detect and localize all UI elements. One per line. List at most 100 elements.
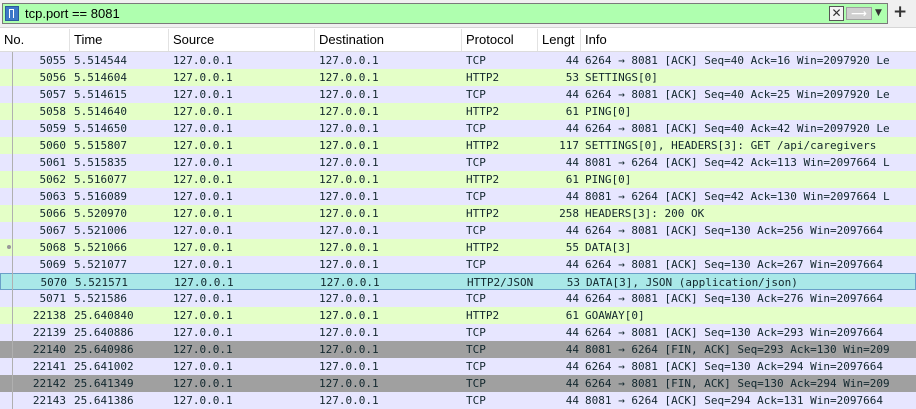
- cell-no: 5068: [39, 241, 67, 254]
- cell-source: 127.0.0.1: [174, 276, 234, 289]
- packet-row[interactable]: 5055 5.514544 127.0.0.1 127.0.0.1 TCP 44 6264 …: [0, 52, 916, 69]
- column-header-time[interactable]: Time: [70, 29, 169, 51]
- cell-length: 53: [566, 276, 580, 289]
- add-filter-button-icon[interactable]: +: [893, 3, 907, 21]
- cell-destination: 127.0.0.1: [319, 343, 379, 356]
- filter-text[interactable]: tcp.port == 8081: [25, 5, 120, 22]
- cell-time: 25.640986: [74, 343, 134, 356]
- cell-info: 6264 → 8081 [ACK] Seq=130 Ack=294 Win=20…: [585, 360, 884, 373]
- packet-row[interactable]: 5057 5.514615 127.0.0.1 127.0.0.1 TCP 44 6264 …: [0, 86, 916, 103]
- column-header-no[interactable]: No.: [0, 29, 70, 51]
- cell-source: 127.0.0.1: [173, 258, 233, 271]
- cell-no: 22140: [32, 343, 66, 356]
- packet-row[interactable]: 5068 5.521066 127.0.0.1 127.0.0.1 HTTP2 55 DAT…: [0, 239, 916, 256]
- cell-time: 5.521586: [74, 292, 127, 305]
- cell-protocol: TCP: [466, 156, 486, 169]
- cell-info: 6264 → 8081 [ACK] Seq=130 Ack=267 Win=20…: [585, 258, 884, 271]
- cell-destination: 127.0.0.1: [319, 156, 379, 169]
- cell-length: 44: [565, 258, 579, 271]
- cell-source: 127.0.0.1: [173, 309, 233, 322]
- cell-destination: 127.0.0.1: [319, 394, 379, 407]
- cell-info: HEADERS[3]: 200 OK: [585, 207, 705, 220]
- packet-row[interactable]: 5067 5.521006 127.0.0.1 127.0.0.1 TCP 44 6264 …: [0, 222, 916, 239]
- column-header-length[interactable]: Lengt: [538, 29, 581, 51]
- packet-row[interactable]: 5060 5.515807 127.0.0.1 127.0.0.1 HTTP2 117 SE…: [0, 137, 916, 154]
- packet-row[interactable]: 5059 5.514650 127.0.0.1 127.0.0.1 TCP 44 6264 …: [0, 120, 916, 137]
- cell-length: 44: [565, 343, 579, 356]
- column-header-protocol[interactable]: Protocol: [462, 29, 538, 51]
- cell-no: 22139: [32, 326, 66, 339]
- cell-source: 127.0.0.1: [173, 377, 233, 390]
- column-header-info[interactable]: Info: [581, 29, 916, 51]
- cell-info: SETTINGS[0]: [585, 71, 658, 84]
- cell-length: 61: [565, 309, 579, 322]
- cell-time: 25.641386: [74, 394, 134, 407]
- cell-destination: 127.0.0.1: [319, 309, 379, 322]
- column-header-source[interactable]: Source: [169, 29, 315, 51]
- display-filter-input[interactable]: tcp.port == 8081 ✕ ⟶ ▼: [2, 3, 888, 24]
- packet-row[interactable]: 22143 25.641386 127.0.0.1 127.0.0.1 TCP 44 808…: [0, 392, 916, 409]
- packet-row[interactable]: 5069 5.521077 127.0.0.1 127.0.0.1 TCP 44 6264 …: [0, 256, 916, 273]
- cell-source: 127.0.0.1: [173, 241, 233, 254]
- packet-row[interactable]: 5063 5.516089 127.0.0.1 127.0.0.1 TCP 44 8081 …: [0, 188, 916, 205]
- packet-row[interactable]: 22142 25.641349 127.0.0.1 127.0.0.1 TCP 44 626…: [0, 375, 916, 392]
- cell-info: 6264 → 8081 [ACK] Seq=40 Ack=16 Win=2097…: [585, 54, 890, 67]
- packet-row[interactable]: 22141 25.641002 127.0.0.1 127.0.0.1 TCP 44 626…: [0, 358, 916, 375]
- cell-source: 127.0.0.1: [173, 54, 233, 67]
- apply-filter-icon[interactable]: ⟶: [846, 7, 872, 20]
- cell-source: 127.0.0.1: [173, 326, 233, 339]
- cell-time: 5.521066: [74, 241, 127, 254]
- cell-source: 127.0.0.1: [173, 71, 233, 84]
- column-header-destination[interactable]: Destination: [315, 29, 462, 51]
- packet-row[interactable]: 22140 25.640986 127.0.0.1 127.0.0.1 TCP 44 808…: [0, 341, 916, 358]
- packet-row[interactable]: 5056 5.514604 127.0.0.1 127.0.0.1 HTTP2 53 SET…: [0, 69, 916, 86]
- cell-protocol: TCP: [466, 224, 486, 237]
- cell-destination: 127.0.0.1: [319, 190, 379, 203]
- packet-row[interactable]: 5071 5.521586 127.0.0.1 127.0.0.1 TCP 44 6264 …: [0, 290, 916, 307]
- cell-time: 25.641002: [74, 360, 134, 373]
- cell-destination: 127.0.0.1: [319, 241, 379, 254]
- cell-destination: 127.0.0.1: [319, 88, 379, 101]
- cell-length: 53: [565, 71, 579, 84]
- cell-time: 5.514615: [74, 88, 127, 101]
- cell-info: DATA[3]: [585, 241, 632, 254]
- cell-info: PING[0]: [585, 173, 632, 186]
- bookmark-icon[interactable]: [5, 6, 19, 21]
- packet-row[interactable]: 5066 5.520970 127.0.0.1 127.0.0.1 HTTP2 258 HE…: [0, 205, 916, 222]
- cell-protocol: TCP: [466, 122, 486, 135]
- cell-destination: 127.0.0.1: [319, 122, 379, 135]
- cell-time: 5.514640: [74, 105, 127, 118]
- cell-info: GOAWAY[0]: [585, 309, 645, 322]
- cell-source: 127.0.0.1: [173, 343, 233, 356]
- cell-no: 5059: [39, 122, 67, 135]
- cell-source: 127.0.0.1: [173, 360, 233, 373]
- cell-protocol: TCP: [466, 88, 486, 101]
- cell-length: 44: [565, 156, 579, 169]
- packet-row[interactable]: 5062 5.516077 127.0.0.1 127.0.0.1 HTTP2 61 PIN…: [0, 171, 916, 188]
- packet-row[interactable]: 22139 25.640886 127.0.0.1 127.0.0.1 TCP 44 626…: [0, 324, 916, 341]
- clear-filter-icon[interactable]: ✕: [829, 6, 844, 21]
- cell-destination: 127.0.0.1: [319, 360, 379, 373]
- cell-time: 5.515807: [74, 139, 127, 152]
- cell-protocol: HTTP2: [466, 139, 500, 152]
- cell-protocol: HTTP2: [466, 241, 500, 254]
- cell-destination: 127.0.0.1: [319, 173, 379, 186]
- cell-protocol: TCP: [466, 190, 486, 203]
- filter-history-dropdown-icon[interactable]: ▼: [875, 8, 882, 18]
- cell-no: 22143: [32, 394, 66, 407]
- packet-row-selected[interactable]: 5070 5.521571 127.0.0.1 127.0.0.1 HTTP2/JSON…: [0, 273, 916, 290]
- packet-row[interactable]: 22138 25.640840 127.0.0.1 127.0.0.1 HTTP2 61 G…: [0, 307, 916, 324]
- cell-length: 44: [565, 377, 579, 390]
- cell-source: 127.0.0.1: [173, 173, 233, 186]
- cell-source: 127.0.0.1: [173, 190, 233, 203]
- cell-length: 258: [559, 207, 579, 220]
- packet-row[interactable]: 5058 5.514640 127.0.0.1 127.0.0.1 HTTP2 61 PIN…: [0, 103, 916, 120]
- cell-info: 6264 → 8081 [ACK] Seq=40 Ack=42 Win=2097…: [585, 122, 890, 135]
- cell-length: 61: [565, 105, 579, 118]
- cell-protocol: TCP: [466, 360, 486, 373]
- packet-row[interactable]: 5061 5.515835 127.0.0.1 127.0.0.1 TCP 44 8081 …: [0, 154, 916, 171]
- cell-length: 44: [565, 190, 579, 203]
- cell-protocol: HTTP2: [466, 71, 500, 84]
- cell-protocol: HTTP2/JSON: [467, 276, 534, 289]
- cell-protocol: TCP: [466, 343, 486, 356]
